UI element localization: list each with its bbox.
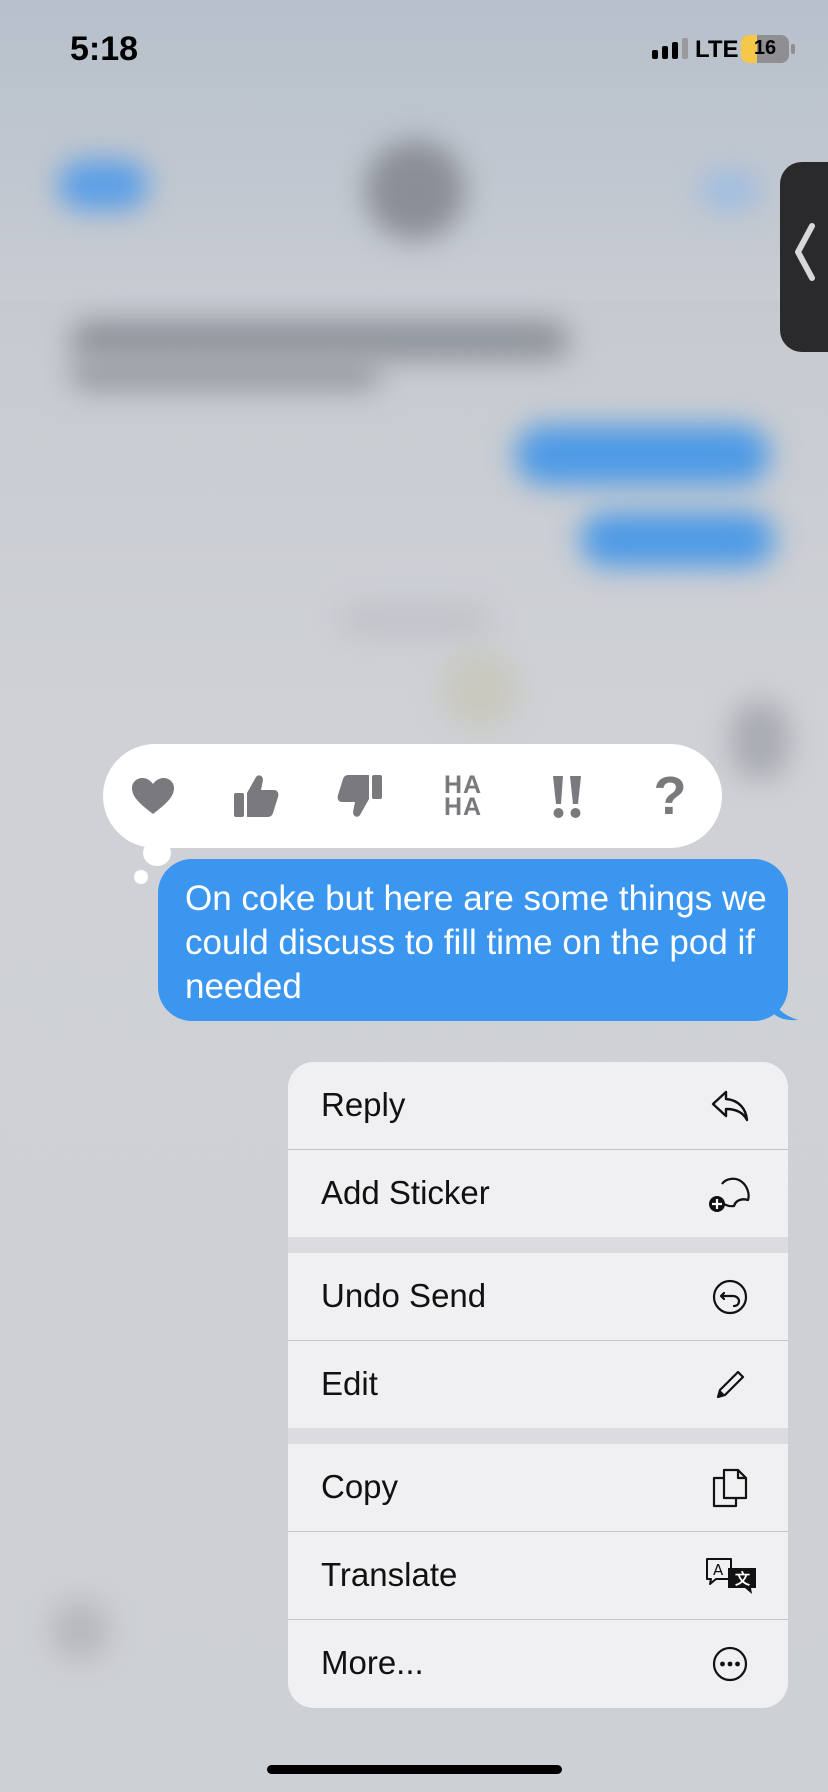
blurred-sent-bubble xyxy=(515,425,770,485)
menu-item-add-sticker[interactable]: Add Sticker xyxy=(288,1150,788,1237)
blurred-image xyxy=(440,650,520,730)
blurred-timestamp xyxy=(340,605,490,635)
reaction-haha[interactable]: HA HA xyxy=(433,766,493,826)
copy-icon xyxy=(708,1466,752,1510)
chevron-left-icon xyxy=(795,223,815,281)
add-sticker-icon xyxy=(708,1172,752,1216)
menu-item-label: Copy xyxy=(321,1468,399,1505)
svg-text:文: 文 xyxy=(735,1570,751,1588)
more-ellipsis-icon xyxy=(708,1642,752,1686)
cellular-signal-icon xyxy=(652,38,688,59)
haha-line-2: HA xyxy=(443,793,483,821)
menu-item-edit[interactable]: Edit xyxy=(288,1341,788,1428)
menu-group-separator xyxy=(288,1428,788,1444)
battery-icon: 16 xyxy=(741,35,789,63)
reaction-heart[interactable] xyxy=(123,766,183,826)
network-type: LTE xyxy=(695,36,739,63)
reaction-emphasize[interactable] xyxy=(537,766,597,826)
tapback-reaction-bar: HA HA ? xyxy=(103,744,722,884)
question-mark-icon: ? xyxy=(653,766,687,826)
svg-text:A: A xyxy=(713,1561,724,1579)
blurred-message-text xyxy=(70,360,380,390)
reaction-thumbs-up[interactable] xyxy=(226,766,286,826)
translate-icon: A 文 xyxy=(704,1554,760,1598)
menu-item-label: Undo Send xyxy=(321,1277,487,1314)
thumbs-down-icon xyxy=(337,775,382,817)
edit-pencil-icon xyxy=(708,1363,752,1407)
menu-item-label: Reply xyxy=(321,1086,406,1123)
menu-item-copy[interactable]: Copy xyxy=(288,1444,788,1531)
side-panel-handle[interactable] xyxy=(780,162,828,352)
menu-item-label: Add Sticker xyxy=(321,1174,490,1211)
battery-cap xyxy=(791,44,795,54)
reaction-question[interactable]: ? xyxy=(640,766,700,826)
tapback-tail-bubble xyxy=(134,870,148,884)
tapback-tail-bubble xyxy=(143,840,171,866)
double-exclamation-icon xyxy=(553,776,581,818)
blurred-video-button xyxy=(700,170,760,210)
status-time: 5:18 xyxy=(70,30,139,68)
menu-item-label: Translate xyxy=(321,1556,458,1593)
selected-message-bubble[interactable]: On coke but here are some things we coul… xyxy=(158,859,788,1021)
blurred-back-button xyxy=(58,160,148,210)
menu-item-undo-send[interactable]: Undo Send xyxy=(288,1253,788,1340)
undo-send-icon xyxy=(708,1275,752,1319)
menu-group-separator xyxy=(288,1237,788,1253)
heart-icon xyxy=(132,778,174,814)
menu-item-label: Edit xyxy=(321,1365,378,1402)
home-indicator[interactable] xyxy=(267,1765,562,1774)
message-text: On coke but here are some things we coul… xyxy=(185,879,767,1006)
battery-level: 16 xyxy=(753,37,777,59)
blurred-message-text xyxy=(70,320,570,360)
status-bar: 5:18 LTE 16 xyxy=(0,0,828,100)
reaction-thumbs-down[interactable] xyxy=(330,766,390,826)
message-context-menu: Reply Add Sticker Undo Send Edit Copy Tr… xyxy=(288,1062,788,1708)
blurred-sent-bubble xyxy=(580,512,775,567)
thumbs-up-icon xyxy=(234,775,279,817)
menu-item-more[interactable]: More... xyxy=(288,1620,788,1707)
menu-item-translate[interactable]: Translate A 文 xyxy=(288,1532,788,1619)
blurred-image xyxy=(730,700,790,780)
menu-item-reply[interactable]: Reply xyxy=(288,1062,788,1149)
haha-icon: HA HA xyxy=(443,773,483,821)
blurred-contact-avatar xyxy=(365,140,465,240)
reply-icon xyxy=(708,1084,752,1128)
blurred-compose-button xyxy=(50,1600,110,1660)
message-bubble-tail xyxy=(770,990,798,1021)
menu-item-label: More... xyxy=(321,1644,424,1681)
